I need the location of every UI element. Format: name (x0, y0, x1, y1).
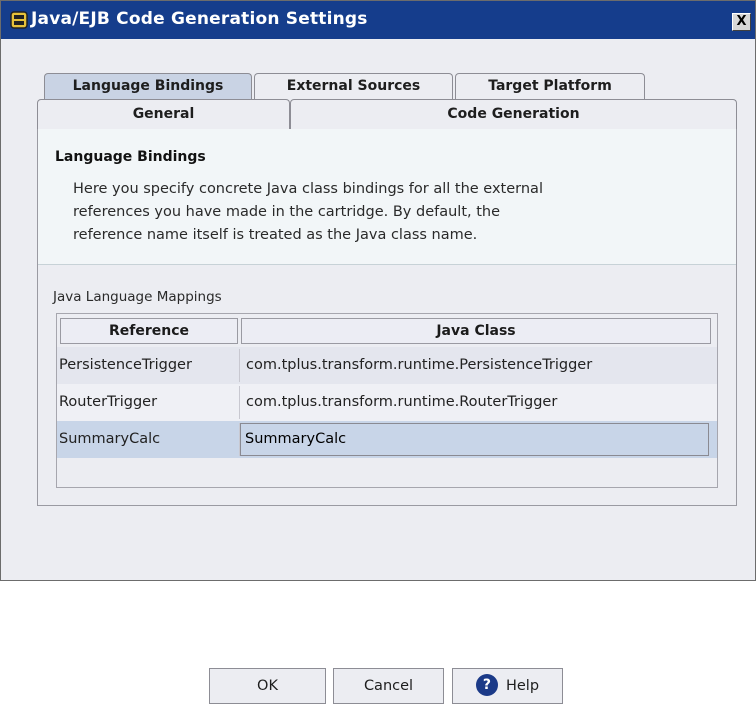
help-icon: ? (475, 673, 498, 696)
title-bar[interactable]: Java/EJB Code Generation Settings X (1, 1, 755, 39)
description-line: references you have made in the cartridg… (73, 204, 501, 220)
help-button[interactable]: ? Help (452, 668, 563, 704)
table-header: Reference Java Class (57, 314, 717, 347)
section-title: Language Bindings (55, 149, 206, 165)
tab-general[interactable]: General (37, 99, 290, 129)
close-button[interactable]: X (732, 13, 751, 31)
panel-header: Language Bindings Here you specify concr… (38, 129, 736, 265)
tab-language-bindings[interactable]: Language Bindings (44, 73, 252, 99)
language-bindings-panel: Language Bindings Here you specify concr… (37, 129, 737, 506)
mappings-label: Java Language Mappings (53, 289, 222, 305)
description-line: Here you specify concrete Java class bin… (73, 181, 543, 197)
column-divider (239, 349, 240, 382)
cancel-button[interactable]: Cancel (333, 668, 444, 704)
reference-cell[interactable]: SummaryCalc (59, 421, 239, 458)
section-description: Here you specify concrete Java class bin… (73, 178, 543, 247)
column-header-reference[interactable]: Reference (60, 318, 238, 344)
reference-cell[interactable]: RouterTrigger (59, 384, 239, 421)
mappings-table: Reference Java Class PersistenceTrigger … (56, 313, 718, 488)
tab-target-platform[interactable]: Target Platform (455, 73, 645, 99)
table-row-selected[interactable]: SummaryCalc SummaryCalc (57, 421, 717, 458)
column-divider (239, 386, 240, 419)
window-title: Java/EJB Code Generation Settings (31, 9, 368, 29)
tab-code-generation[interactable]: Code Generation (290, 99, 737, 129)
dialog-window: Java/EJB Code Generation Settings X Lang… (0, 0, 756, 704)
reference-cell[interactable]: PersistenceTrigger (59, 347, 239, 384)
tab-external-sources[interactable]: External Sources (254, 73, 453, 99)
description-line: reference name itself is treated as the … (73, 227, 478, 243)
java-class-editor[interactable]: SummaryCalc (240, 423, 709, 456)
java-class-cell[interactable]: com.tplus.transform.runtime.PersistenceT… (246, 347, 716, 384)
app-icon (10, 11, 28, 29)
java-class-cell[interactable]: com.tplus.transform.runtime.RouterTrigge… (246, 384, 716, 421)
ok-button[interactable]: OK (209, 668, 326, 704)
table-row[interactable]: RouterTrigger com.tplus.transform.runtim… (57, 384, 717, 421)
table-row[interactable]: PersistenceTrigger com.tplus.transform.r… (57, 347, 717, 384)
column-header-java-class[interactable]: Java Class (241, 318, 711, 344)
help-label: Help (505, 678, 540, 694)
